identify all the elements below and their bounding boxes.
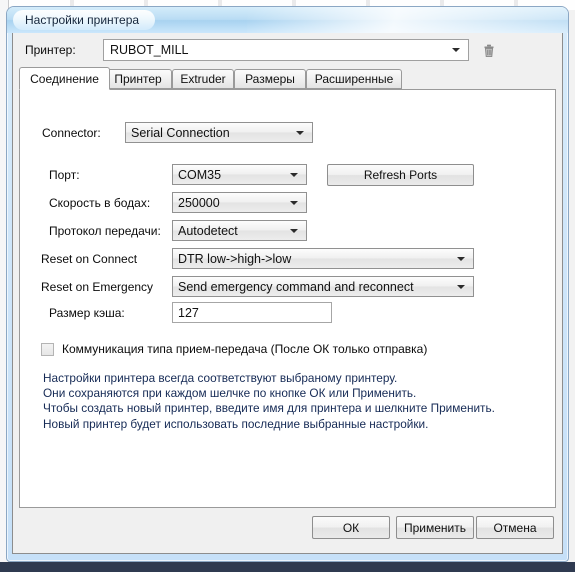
apply-button-label: Применить: [403, 520, 466, 535]
chevron-down-icon: [290, 200, 298, 205]
chevron-down-icon: [296, 130, 304, 135]
desktop-taskbar-strip: [0, 562, 575, 572]
reset-on-emergency-combobox[interactable]: Send emergency command and reconnect: [172, 276, 474, 297]
apply-button[interactable]: Применить: [396, 516, 474, 539]
connector-combobox[interactable]: Serial Connection: [125, 122, 313, 143]
reset-on-emergency-combobox-value: Send emergency command and reconnect: [178, 279, 414, 294]
description-line-2: Они сохраняются при каждом шелчке по кно…: [43, 386, 417, 401]
chevron-down-icon: [457, 284, 465, 289]
chevron-down-icon: [290, 172, 298, 177]
window-client-area: Принтер: RUBOT_MILL Соединение Принтер E…: [12, 33, 563, 554]
window-title: Настройки принтера: [25, 13, 140, 27]
reset-on-connect-combobox-value: DTR low->high->low: [178, 251, 292, 266]
titlebar-glass-sheen: [247, 7, 568, 33]
comm-mode-checkbox-row[interactable]: Коммуникация типа прием-передача (После …: [41, 342, 427, 356]
tab-advanced-label: Расширенные: [314, 72, 394, 86]
port-label: Порт:: [49, 168, 80, 182]
description-line-1: Настройки принтера всегда соответствуют …: [43, 371, 398, 385]
window-titlebar[interactable]: Настройки принтера: [7, 7, 568, 33]
comm-mode-checkbox-label: Коммуникация типа прием-передача (После …: [62, 342, 428, 356]
baud-rate-combobox[interactable]: 250000: [172, 192, 307, 213]
dialog-button-bar: ОК Применить Отмена: [13, 509, 562, 553]
tab-strip: Соединение Принтер Extruder Размеры Расш…: [19, 67, 556, 90]
trash-icon: [484, 44, 494, 57]
tab-connection[interactable]: Соединение: [19, 67, 110, 90]
reset-on-emergency-label: Reset on Emergency: [41, 280, 154, 294]
cancel-button-label: Отмена: [493, 520, 537, 535]
connector-combobox-value: Serial Connection: [131, 125, 230, 140]
tab-connection-label: Соединение: [30, 71, 99, 86]
cache-size-input[interactable]: 127: [172, 302, 332, 323]
transfer-protocol-combobox[interactable]: Autodetect: [172, 220, 307, 241]
cancel-button[interactable]: Отмена: [476, 516, 554, 539]
window-title-pill: Настройки принтера: [13, 10, 156, 30]
description-line-4: Новый принтер будет использовать последн…: [43, 416, 429, 431]
tab-page-connection: Connector: Serial Connection Порт: COM35…: [19, 89, 556, 508]
reset-on-connect-label: Reset on Connect: [41, 252, 138, 266]
ok-button-label: ОК: [342, 520, 360, 535]
ok-button[interactable]: ОК: [312, 516, 390, 539]
printer-combobox-value: RUBOT_MILL: [110, 43, 189, 57]
tab-dimensions[interactable]: Размеры: [234, 69, 306, 89]
printer-settings-window: Настройки принтера Принтер: RUBOT_MILL С…: [6, 6, 569, 562]
cache-size-label: Размер кэша:: [49, 306, 125, 320]
tab-dimensions-label: Размеры: [245, 72, 295, 86]
connector-label: Connector:: [42, 126, 101, 140]
reset-on-connect-combobox[interactable]: DTR low->high->low: [172, 248, 474, 269]
tab-extruder[interactable]: Extruder: [172, 69, 234, 89]
comm-mode-checkbox[interactable]: [41, 342, 54, 356]
tab-printer-label: Принтер: [114, 72, 162, 86]
refresh-ports-button[interactable]: Refresh Ports: [327, 164, 474, 186]
tab-advanced[interactable]: Расширенные: [306, 69, 402, 89]
baud-rate-label: Скорость в бодах:: [49, 196, 151, 210]
printer-selector-row: Принтер: RUBOT_MILL: [13, 33, 562, 67]
printer-combobox[interactable]: RUBOT_MILL: [103, 39, 469, 61]
tab-extruder-label: Extruder: [180, 72, 226, 86]
transfer-protocol-combobox-value: Autodetect: [178, 223, 238, 238]
description-line-3: Чтобы создать новый принтер, введите имя…: [43, 401, 495, 416]
transfer-protocol-label: Протокол передачи:: [49, 224, 161, 238]
refresh-ports-label: Refresh Ports: [363, 168, 438, 182]
description-text: Настройки принтера всегда соответствуют …: [43, 371, 513, 432]
port-combobox[interactable]: COM35: [172, 164, 307, 185]
delete-printer-button[interactable]: [479, 40, 499, 60]
chevron-down-icon: [457, 256, 465, 261]
chevron-down-icon: [452, 48, 460, 52]
printer-label: Принтер:: [25, 43, 76, 57]
port-combobox-value: COM35: [178, 167, 222, 182]
baud-rate-combobox-value: 250000: [178, 195, 220, 210]
tab-printer[interactable]: Принтер: [104, 69, 172, 89]
chevron-down-icon: [290, 228, 298, 233]
